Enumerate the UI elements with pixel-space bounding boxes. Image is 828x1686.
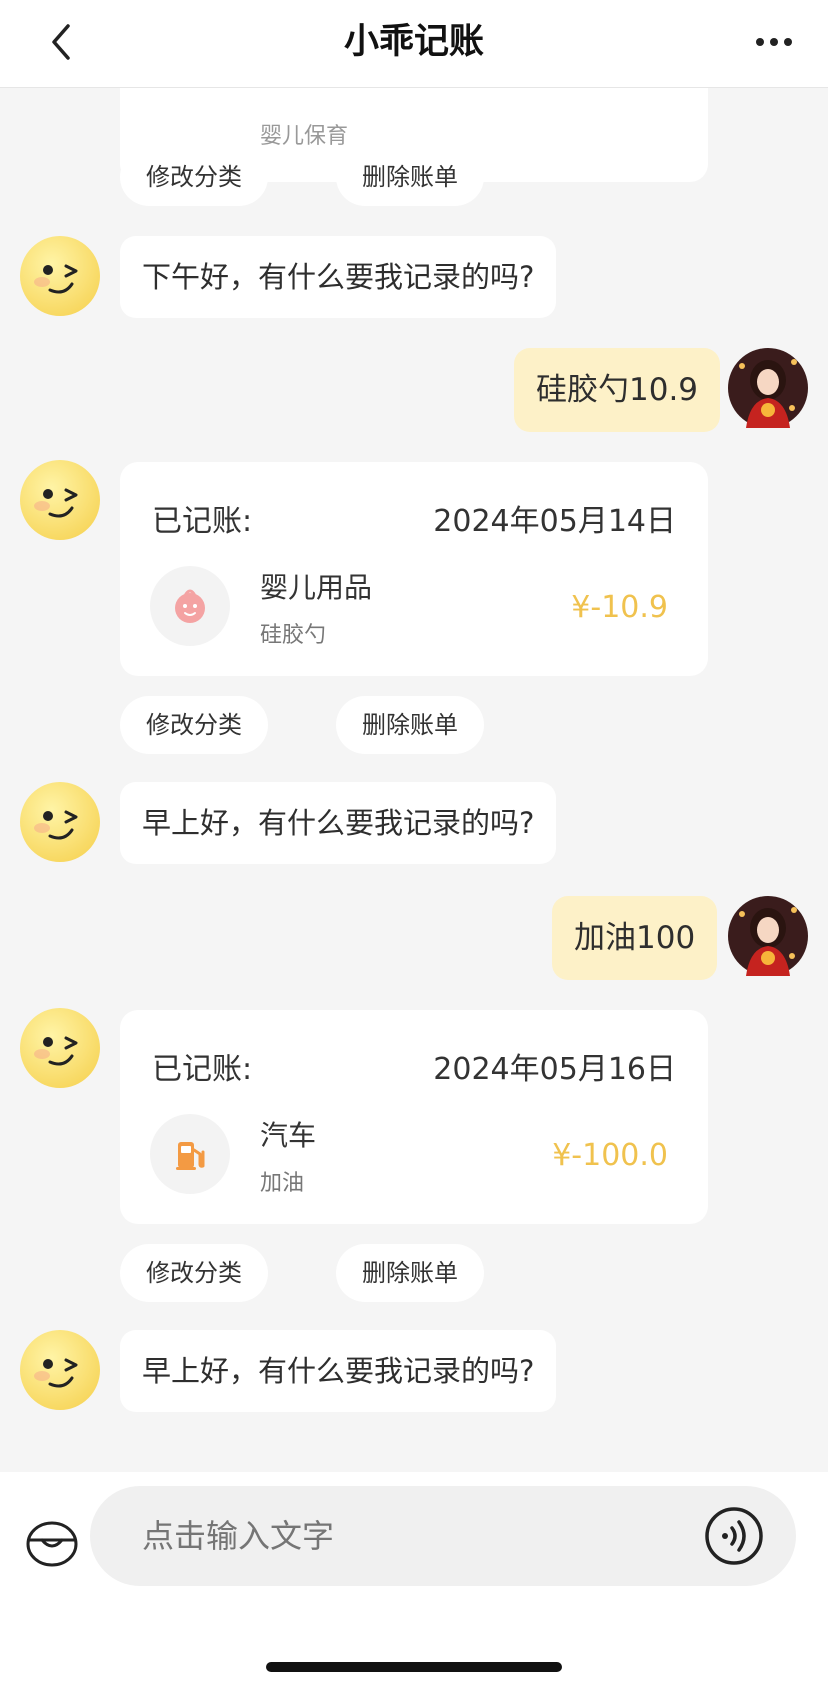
fuel-pump-icon [176,1142,205,1170]
wallet-button[interactable] [22,1514,82,1574]
bot-message: 早上好，有什么要我记录的吗? [120,782,557,864]
amount: ¥-100.0 [552,1138,668,1173]
voice-button[interactable] [704,1506,764,1566]
more-button[interactable] [742,14,806,70]
category-icon-wrap [150,1114,230,1194]
recorded-label: 已记账: [152,1052,253,1087]
user-avatar [728,348,808,428]
bot-avatar [20,782,100,862]
user-message: 硅胶勺10.9 [514,348,721,432]
category-note: 加油 [260,1171,305,1196]
input-bar [0,1472,828,1616]
bot-avatar [20,1330,100,1410]
bot-message: 早上好，有什么要我记录的吗? [120,1330,557,1412]
recorded-label: 已记账: [152,504,253,539]
bot-avatar [20,1008,100,1088]
amount: ¥-10.9 [571,590,668,625]
home-area [0,1616,828,1686]
delete-bill-button[interactable]: 删除账单 [336,148,484,206]
delete-bill-button[interactable]: 删除账单 [336,1244,484,1302]
record-card[interactable]: 已记账: 2024年05月16日 汽车 加油 ¥-100.0 [120,1010,708,1224]
header-bar: 小乖记账 [0,0,828,88]
chat-list[interactable]: 婴儿保育 修改分类 删除账单 下午好，有什么要我记录的吗? 硅胶勺10.9 已记… [0,88,828,1472]
category-name: 婴儿用品 [260,571,373,604]
card-category-note: 婴儿保育 [260,124,349,149]
wallet-icon [26,1521,78,1567]
more-horizontal-icon [756,38,792,46]
category-icon-wrap [150,566,230,646]
record-date: 2024年05月14日 [433,504,676,539]
category-note: 硅胶勺 [260,623,327,648]
voice-icon [705,1507,763,1565]
bot-avatar [20,460,100,540]
user-message: 加油100 [552,896,718,980]
bot-message: 下午好，有什么要我记录的吗? [120,236,557,318]
message-input[interactable] [142,1486,662,1586]
edit-category-button[interactable]: 修改分类 [120,148,268,206]
back-button[interactable] [40,14,88,70]
user-avatar [728,896,808,976]
record-card[interactable]: 已记账: 2024年05月14日 婴儿用品 硅胶勺 ¥-10.9 [120,462,708,676]
record-date: 2024年05月16日 [433,1052,676,1087]
chevron-left-icon [52,24,70,60]
home-indicator[interactable] [266,1662,562,1672]
page-title: 小乖记账 [343,22,484,62]
category-name: 汽车 [260,1119,317,1152]
baby-face-icon [175,589,205,623]
delete-bill-button[interactable]: 删除账单 [336,696,484,754]
edit-category-button[interactable]: 修改分类 [120,1244,268,1302]
bot-avatar [20,236,100,316]
edit-category-button[interactable]: 修改分类 [120,696,268,754]
message-input-container[interactable] [90,1486,796,1586]
